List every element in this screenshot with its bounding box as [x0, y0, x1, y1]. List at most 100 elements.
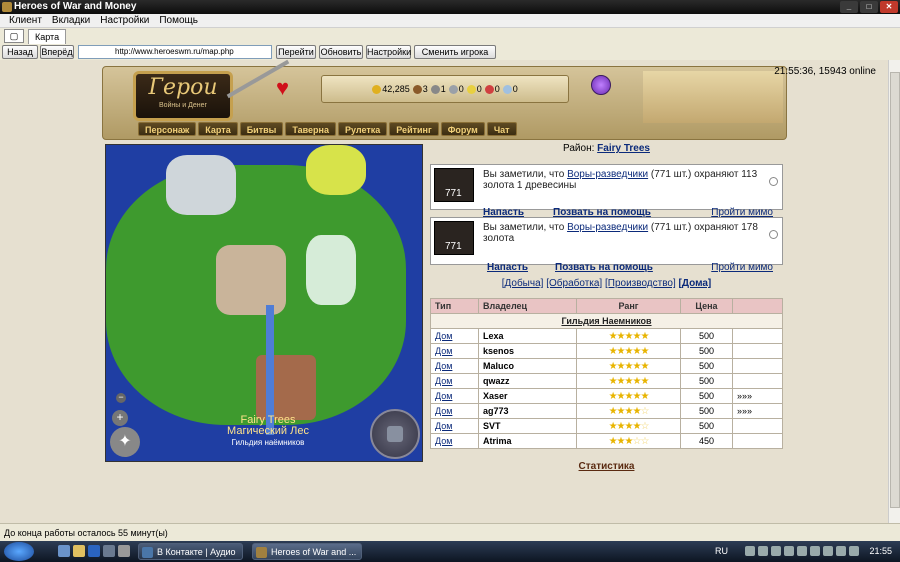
extra-link[interactable] — [732, 418, 783, 434]
table-body: Дом Lexa ★★★★★ 500 Дом ksenos ★★★★★ 500 Дом Maluc… — [430, 328, 783, 449]
nav-roulette[interactable]: Рулетка — [337, 122, 388, 136]
tray-icon[interactable] — [784, 546, 794, 556]
call-help-link[interactable]: Позвать на помощь — [555, 262, 653, 273]
house-type-link[interactable]: Дом — [430, 418, 479, 434]
owner-name[interactable]: qwazz — [478, 373, 577, 389]
map-zoom-in-button[interactable]: + — [112, 410, 128, 426]
encounter-radio[interactable] — [769, 230, 778, 239]
map-mountains — [166, 155, 236, 215]
encounter-radio[interactable] — [769, 177, 778, 186]
col-extra — [732, 298, 783, 314]
extra-link[interactable]: »»» — [732, 388, 783, 404]
taskbar-task-heroes[interactable]: Heroes of War and ... — [252, 543, 362, 560]
nav-battles[interactable]: Битвы — [239, 122, 284, 136]
close-button[interactable]: ✕ — [880, 1, 898, 13]
house-type-link[interactable]: Дом — [430, 358, 479, 374]
media-player-icon[interactable] — [88, 545, 100, 557]
district-link[interactable]: Fairy Trees — [597, 143, 650, 154]
menu-tabs[interactable]: Вкладки — [47, 14, 95, 27]
world-map[interactable]: − + ✦ Fairy Trees Магический Лес Гильдия… — [105, 144, 423, 462]
scrollbar-thumb[interactable] — [890, 72, 900, 508]
category-extraction[interactable]: [Добыча] — [502, 278, 544, 289]
statistics-link[interactable]: Статистика — [430, 461, 783, 472]
owner-name[interactable]: SVT — [478, 418, 577, 434]
nav-tavern[interactable]: Таверна — [285, 122, 336, 136]
owner-name[interactable]: Lexa — [478, 328, 577, 344]
extra-link[interactable]: »»» — [732, 403, 783, 419]
folder-icon[interactable] — [73, 545, 85, 557]
tray-icon[interactable] — [745, 546, 755, 556]
menu-settings[interactable]: Настройки — [95, 14, 154, 27]
house-type-link[interactable]: Дом — [430, 433, 479, 449]
extra-link[interactable] — [732, 373, 783, 389]
owner-name[interactable]: ag773 — [478, 403, 577, 419]
extra-link[interactable] — [732, 343, 783, 359]
compass-icon[interactable]: ✦ — [110, 427, 140, 457]
game-logo[interactable]: Герои Войны и Денег — [133, 71, 233, 121]
tray-icon[interactable] — [836, 546, 846, 556]
url-input[interactable]: http://www.heroeswm.ru/map.php — [78, 45, 272, 59]
dial-center-button[interactable] — [387, 426, 403, 442]
tray-icon[interactable] — [797, 546, 807, 556]
settings-button[interactable]: Настройки — [366, 45, 411, 59]
tray-icon[interactable] — [810, 546, 820, 556]
mana-potion-icon[interactable] — [591, 75, 611, 95]
encounter-text: Вы заметили, что Воры-разведчики (771 шт… — [483, 222, 758, 244]
page-scrollbar[interactable] — [888, 60, 900, 523]
language-indicator[interactable]: RU — [715, 541, 728, 562]
forward-button[interactable]: Вперёд — [40, 45, 74, 59]
house-type-link[interactable]: Дом — [430, 343, 479, 359]
volume-icon[interactable] — [849, 546, 859, 556]
map-navigation-dial[interactable] — [370, 409, 420, 459]
nav-character[interactable]: Персонаж — [138, 122, 197, 136]
resource-sulfur: 0 — [466, 84, 482, 95]
menu-client[interactable]: Клиент — [4, 14, 47, 27]
owner-name[interactable]: Maluco — [478, 358, 577, 374]
attack-link[interactable]: Напасть — [487, 262, 528, 273]
tab-map[interactable]: Карта — [28, 29, 67, 44]
table-header-row: Тип Владелец Ранг Цена — [430, 298, 783, 314]
nav-rating[interactable]: Рейтинг — [389, 122, 439, 136]
start-button[interactable] — [4, 542, 34, 561]
go-button[interactable]: Перейти — [276, 45, 316, 59]
category-houses[interactable]: [Дома] — [679, 278, 712, 289]
nav-forum[interactable]: Форум — [440, 122, 485, 136]
switch-player-button[interactable]: Сменить игрока — [414, 45, 496, 59]
house-type-link[interactable]: Дом — [430, 403, 479, 419]
maximize-button[interactable]: □ — [860, 1, 878, 13]
guild-link[interactable]: Гильдия Наемников — [430, 313, 783, 329]
pass-by-link[interactable]: Пройти мимо — [711, 262, 773, 273]
switch-windows-icon[interactable] — [118, 545, 130, 557]
col-price: Цена — [680, 298, 733, 314]
menu-help[interactable]: Помощь — [154, 14, 203, 27]
nav-chat[interactable]: Чат — [486, 122, 517, 136]
category-processing[interactable]: [Обработка] — [546, 278, 602, 289]
map-zoom-out-button[interactable]: − — [116, 393, 126, 403]
extra-link[interactable] — [732, 328, 783, 344]
taskbar-task-vk[interactable]: В Контакте | Аудио ... — [138, 543, 243, 560]
owner-name[interactable]: Atrima — [478, 433, 577, 449]
house-type-link[interactable]: Дом — [430, 328, 479, 344]
rank-stars: ★★★★★ — [576, 373, 681, 389]
category-production[interactable]: [Производство] — [605, 278, 676, 289]
tray-icon[interactable] — [758, 546, 768, 556]
extra-link[interactable] — [732, 358, 783, 374]
house-type-link[interactable]: Дом — [430, 373, 479, 389]
new-tab-icon[interactable]: ▢ — [4, 29, 24, 43]
minimize-button[interactable]: _ — [840, 1, 858, 13]
monster-link[interactable]: Воры-разведчики — [567, 222, 648, 233]
nav-map[interactable]: Карта — [198, 122, 238, 136]
extra-link[interactable] — [732, 433, 783, 449]
house-type-link[interactable]: Дом — [430, 388, 479, 404]
tray-icon[interactable] — [823, 546, 833, 556]
owner-name[interactable]: ksenos — [478, 343, 577, 359]
health-heart-icon[interactable]: ♥ — [276, 77, 298, 99]
show-desktop-icon[interactable] — [103, 545, 115, 557]
tray-icon[interactable] — [771, 546, 781, 556]
monster-link[interactable]: Воры-разведчики — [567, 169, 648, 180]
refresh-button[interactable]: Обновить — [319, 45, 363, 59]
monster-portrait: 771 — [434, 168, 474, 202]
ie-icon[interactable] — [58, 545, 70, 557]
owner-name[interactable]: Xaser — [478, 388, 577, 404]
back-button[interactable]: Назад — [2, 45, 38, 59]
